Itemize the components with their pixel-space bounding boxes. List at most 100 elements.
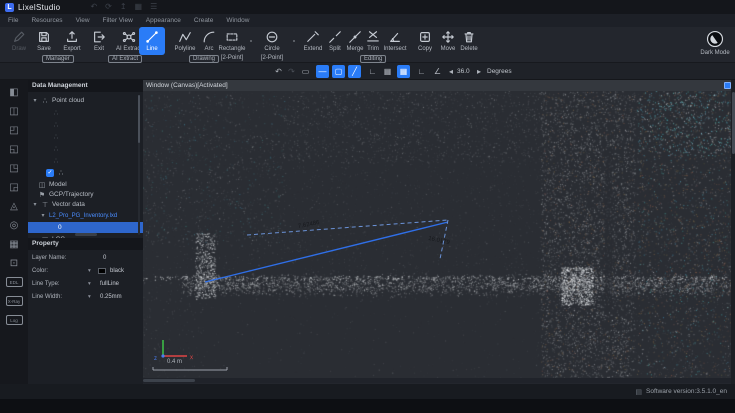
menu-window[interactable]: Window [226, 17, 249, 24]
horizontal-scrollbar[interactable] [143, 378, 731, 383]
data-management-panel: Data Management ▾ ∴ Point cloud ∴ ∴ ∴ ∴ … [28, 80, 143, 384]
chevron-down-icon[interactable]: ▾ [32, 97, 38, 104]
dropdown-dot[interactable] [293, 40, 295, 42]
menu-appearance[interactable]: Appearance [146, 17, 181, 24]
front-view-icon[interactable]: ◱ [0, 140, 28, 159]
fullscreen-icon[interactable]: ⊡ [0, 254, 28, 273]
status-bar: ▤ Software version:3.5.1.0_en [0, 384, 735, 399]
draw-mode-button[interactable]: ╱ [348, 65, 361, 78]
app-logo-icon: L [5, 3, 14, 12]
chevron-down-icon[interactable]: ▾ [40, 212, 46, 219]
circle-icon [265, 30, 279, 44]
orbit-view-icon[interactable]: ◎ [0, 216, 28, 235]
node-snap-button[interactable]: ∟ [366, 65, 379, 78]
iso-view-icon[interactable]: ◧ [0, 83, 28, 102]
fit-view-button[interactable]: ▭ [299, 65, 312, 78]
log-toggle[interactable]: Log [6, 315, 23, 325]
tree-item-vector-data[interactable]: ▾ ⊤ Vector data [28, 199, 143, 210]
angle-snap-button[interactable]: ∟ [415, 65, 428, 78]
line-type-dropdown[interactable]: fullLine [100, 281, 119, 287]
line-width-dropdown[interactable]: 0.25mm [100, 294, 122, 300]
point-cloud-viewport[interactable] [143, 91, 731, 378]
group-label-manager: Manager [42, 55, 74, 63]
angle-increase-button[interactable]: ▸ [475, 65, 483, 78]
property-row-layer-name: Layer Name: 0 [28, 253, 143, 264]
checked-checkbox[interactable]: ✓ [46, 169, 54, 177]
delete-button[interactable]: Delete [452, 30, 486, 53]
chevron-down-icon[interactable]: ▾ [32, 201, 38, 208]
chevron-down-icon[interactable]: ▾ [88, 294, 91, 300]
layer-name-field[interactable]: 0 [103, 255, 106, 261]
panel-drag-handle[interactable] [75, 233, 97, 236]
main-toolbar: Draw Save Export Exit AI Extract Line Po… [0, 27, 735, 63]
edl-toggle[interactable]: EDL [6, 277, 23, 287]
top-view-icon[interactable]: ◰ [0, 121, 28, 140]
menu-create[interactable]: Create [194, 17, 214, 24]
wire-cube-view-icon[interactable]: ◫ [0, 102, 28, 121]
dark-mode-toggle[interactable]: Dark Mode [698, 30, 732, 57]
line-button[interactable]: Line [139, 27, 165, 55]
angle-ref-button[interactable]: ∠ [431, 65, 444, 78]
export-icon [65, 30, 79, 44]
color-swatch [98, 268, 106, 274]
chevron-down-icon[interactable]: ▾ [88, 281, 91, 287]
horizontal-scrollbar-thumb[interactable] [143, 379, 195, 382]
tree-item-point-cloud[interactable]: ▾ ∴ Point cloud [28, 95, 143, 106]
menu-resources[interactable]: Resources [31, 17, 62, 24]
sphere-view-icon[interactable]: ◬ [0, 197, 28, 216]
xray-toggle[interactable]: X-Ray [6, 296, 23, 306]
settings-icon[interactable]: ☰ [150, 0, 157, 14]
grid-button[interactable]: ▦ [381, 65, 394, 78]
tree-item-point-cloud-scan[interactable]: ∴ [28, 119, 143, 130]
property-row-line-width: Line Width: ▾ 0.25mm [28, 292, 143, 303]
tree-item-layer-selected[interactable]: 0 [28, 222, 143, 233]
exit-button[interactable]: Exit [82, 30, 116, 53]
ortho-square-button[interactable]: ▢ [332, 65, 345, 78]
angle-value[interactable]: 36.0 [457, 67, 470, 77]
apps-icon[interactable]: ▦ [135, 0, 143, 14]
layout-icon[interactable] [724, 82, 731, 89]
tree-item-point-cloud-scan[interactable]: ∴ [28, 143, 143, 154]
group-label-editing: Editing [360, 55, 386, 63]
angle-decrease-button[interactable]: ◂ [447, 65, 455, 78]
titlebar-quick-icons: ↶ ⟳ ↥ ▦ ☰ [90, 0, 157, 14]
property-panel-title: Property [28, 238, 143, 250]
view-toolbar: ◧ ◫ ◰ ◱ ◳ ◲ ◬ ◎ ▦ ⊡ EDL X-Ray Log [0, 80, 28, 384]
color-dropdown[interactable]: black [110, 268, 124, 274]
tree-scrollbar[interactable] [138, 95, 140, 235]
sync-icon[interactable]: ⟳ [105, 0, 112, 14]
circle-2point-button[interactable]: Circle [2-Point] [252, 30, 292, 62]
tree-item-vector-file[interactable]: ▾ L2_Pro_PG_Inventory.lxd [28, 210, 143, 221]
vertical-scrollbar-thumb[interactable] [732, 92, 735, 154]
vertical-scrollbar[interactable] [731, 80, 735, 384]
property-row-color: Color: ▾ black [28, 266, 143, 277]
tree-scrollbar-thumb[interactable] [138, 95, 140, 143]
side-view-icon[interactable]: ◳ [0, 159, 28, 178]
save-icon [37, 30, 51, 44]
dark-mode-icon [706, 30, 724, 48]
data-panel-title: Data Management [28, 80, 143, 92]
page-icon: ▤ [635, 388, 642, 396]
tree-item-point-cloud-scan[interactable]: ∴ [28, 155, 143, 166]
history-icon[interactable]: ↶ [90, 0, 97, 14]
upload-icon[interactable]: ↥ [120, 0, 127, 14]
intersect-button[interactable]: Intersect [378, 30, 412, 53]
menu-file[interactable]: File [8, 17, 18, 24]
grid-snap-button[interactable]: ▦ [397, 65, 410, 78]
chevron-down-icon[interactable]: ▾ [88, 268, 91, 274]
tree-item-point-cloud-scan[interactable]: ∴ [28, 107, 143, 118]
tree-item-point-cloud-scan[interactable]: ∴ [28, 131, 143, 142]
menu-view[interactable]: View [76, 17, 90, 24]
canvas-tab[interactable]: Window (Canvas)[Activated] [143, 80, 735, 91]
ai-extract-icon [122, 30, 136, 44]
undo-button[interactable]: ↶ [272, 65, 285, 78]
ortho-dash-button[interactable]: — [316, 65, 329, 78]
title-bar: L LixelStudio ↶ ⟳ ↥ ▦ ☰ [0, 0, 735, 14]
grid-toggle-icon[interactable]: ▦ [0, 235, 28, 254]
point-cloud-icon: ∴ [52, 133, 60, 141]
back-view-icon[interactable]: ◲ [0, 178, 28, 197]
exit-icon [92, 30, 106, 44]
menu-filter-view[interactable]: Filter View [103, 17, 133, 24]
tree-item-point-cloud-checked[interactable]: ✓ ∴ [28, 167, 143, 178]
point-cloud-icon: ∴ [57, 169, 65, 177]
